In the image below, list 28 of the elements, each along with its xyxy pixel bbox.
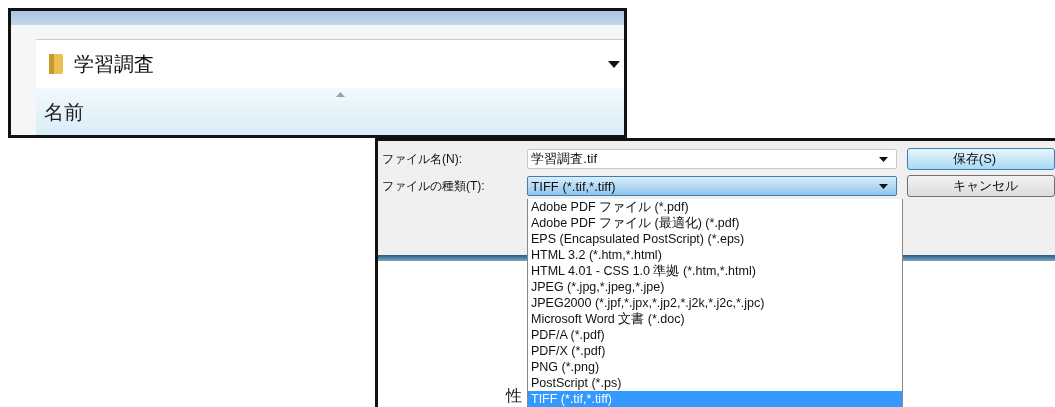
field-label: ファイルの種類(T): [382,177,486,195]
sort-arrow-icon [336,92,345,97]
dropdown-arrow-icon[interactable] [878,183,888,189]
folder-name: 学習調査 [74,51,155,77]
column-header[interactable]: 名前 [36,88,624,135]
column-header-label: 名前 [44,99,84,125]
folder-icon [48,53,64,75]
file-type-option[interactable]: EPS (Encapsulated PostScript) (*.eps) [528,231,902,247]
file-type-select[interactable]: TIFF (*.tif,*.tiff) [527,176,897,196]
cancel-button[interactable]: キャンセル [906,175,1055,197]
file-type-option[interactable]: HTML 4.01 - CSS 1.0 準拠 (*.htm,*.html) [528,263,902,279]
address-bar[interactable]: 学習調査 [36,39,624,88]
file-type-option[interactable]: JPEG2000 (*.jpf,*.jpx,*.jp2,*.j2k,*.j2c,*.jpc) [528,295,902,311]
file-name-field[interactable]: 学習調査.tif [527,149,897,169]
file-type-option[interactable]: PDF/X (*.pdf) [528,343,902,359]
dropdown-arrow-icon[interactable] [608,60,620,68]
file-type-option[interactable]: Microsoft Word 文書 (*.doc) [528,311,902,327]
save-button[interactable]: 保存(S) [906,148,1055,170]
file-type-option[interactable]: PDF/A (*.pdf) [528,327,902,343]
file-type-option[interactable]: HTML 3.2 (*.htm,*.html) [528,247,902,263]
file-type-option[interactable]: Adobe PDF ファイル (*.pdf) [528,199,902,215]
dropdown-arrow-icon[interactable] [878,156,888,162]
field-label: ファイル名(N): [382,150,463,168]
file-type-option[interactable]: PNG (*.png) [528,359,902,375]
file-type-option[interactable]: Adobe PDF ファイル (最適化) (*.pdf) [528,215,902,231]
file-type-option[interactable]: JPEG (*.jpg,*.jpeg,*.jpe) [528,279,902,295]
file-type-option[interactable]: PostScript (*.ps) [528,375,902,391]
background-text: 性 [506,386,522,406]
